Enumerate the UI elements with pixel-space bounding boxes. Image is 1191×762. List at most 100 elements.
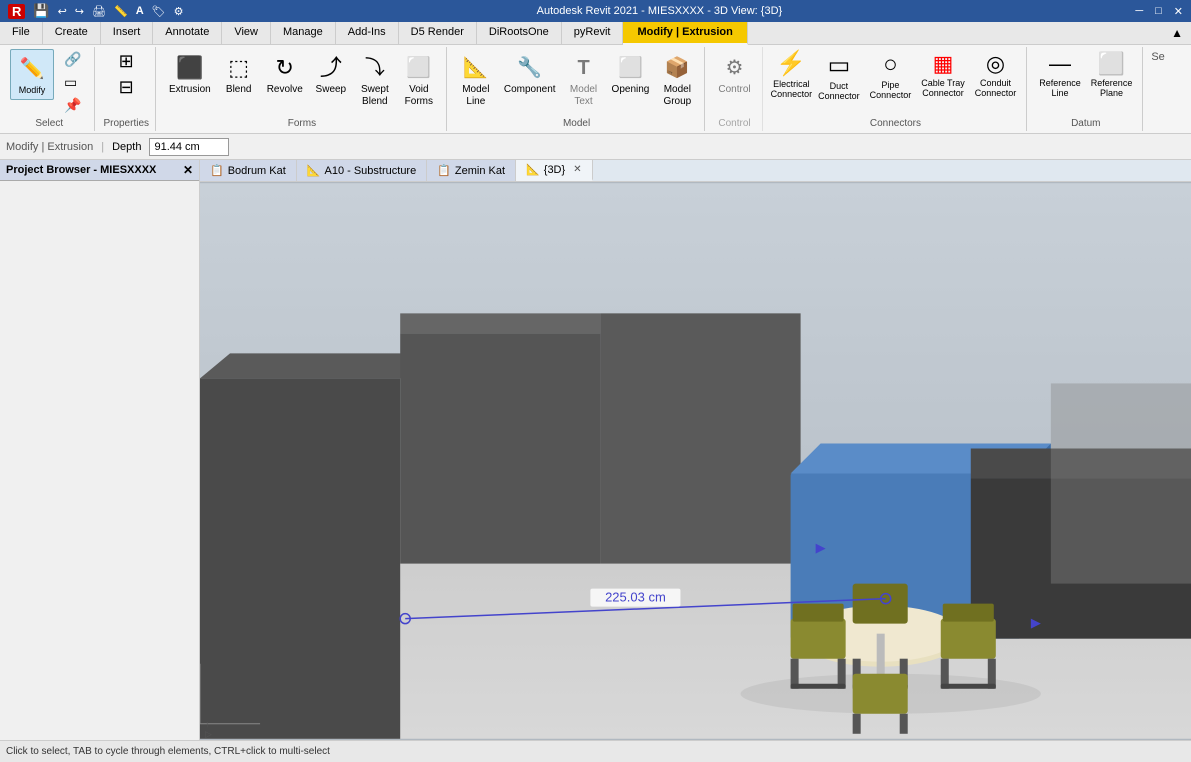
project-browser: Project Browser - MIESXXXX ✕ (0, 160, 200, 740)
model-label: Model (563, 118, 590, 129)
component-btn[interactable]: 🔧 Component (499, 49, 561, 99)
model-text-icon: T (568, 52, 600, 84)
quick-access-redo[interactable]: ↪ (75, 5, 84, 18)
reference-line-btn[interactable]: — ReferenceLine (1035, 49, 1085, 101)
modify-btn[interactable]: ✏️ Modify (10, 49, 54, 100)
tab-a10-substructure[interactable]: 📐 A10 - Substructure (297, 160, 427, 181)
extrusion-btn[interactable]: ⬛ Extrusion (164, 49, 216, 99)
forms-label: Forms (288, 118, 316, 129)
tab-3d-close[interactable]: ✕ (573, 164, 581, 175)
swept-blend-btn[interactable]: ⤵ SweptBlend (354, 49, 396, 111)
electrical-connector-icon: ⚡ (776, 49, 806, 78)
pipe-connector-icon: ○ (883, 51, 898, 79)
sidebar-tree (0, 181, 199, 740)
quick-access-measure[interactable]: 📏 (114, 5, 128, 18)
depth-input[interactable] (149, 138, 229, 156)
cable-tray-connector-btn[interactable]: ▦ Cable TrayConnector (917, 49, 969, 101)
tab-diroots[interactable]: DiRootsOne (477, 22, 562, 44)
reference-plane-btn[interactable]: ⬜ ReferencePlane (1087, 49, 1137, 101)
tab-create[interactable]: Create (43, 22, 101, 44)
project-browser-title: Project Browser - MIESXXXX (6, 164, 156, 176)
ribbon-more: Se (1145, 47, 1170, 67)
model-line-btn[interactable]: 📐 ModelLine (455, 49, 497, 111)
select-pinned-btn[interactable]: 📌 (60, 95, 88, 116)
tab-file[interactable]: File (0, 22, 43, 44)
select-underlay-btn[interactable]: ▭ (60, 72, 88, 93)
select-label: Select (35, 118, 63, 129)
sweep-icon: ⤴ (315, 52, 347, 84)
connectors-items: ⚡ ElectricalConnector ▭ DuctConnector ○ … (771, 49, 1021, 116)
quick-access-text[interactable]: A (136, 5, 144, 17)
tab-3d[interactable]: 📐 {3D} ✕ (516, 160, 593, 181)
type-properties-btn[interactable]: ⊟ (115, 75, 138, 100)
revolve-icon: ↻ (269, 52, 301, 84)
tab-d5render[interactable]: D5 Render (399, 22, 477, 44)
tab-zemin-icon: 📋 (437, 164, 451, 177)
model-text-btn[interactable]: T ModelText (563, 49, 605, 111)
window-maximize[interactable]: □ (1155, 5, 1162, 18)
quick-access-undo[interactable]: ↩ (58, 5, 67, 18)
ribbon-content: ✏️ Modify 🔗 ▭ 📌 Sele (0, 45, 1191, 133)
void-forms-icon: ⬜ (403, 52, 435, 84)
tab-annotate[interactable]: Annotate (153, 22, 222, 44)
quick-access-print[interactable]: 🖨 (92, 5, 106, 18)
modify-breadcrumb: Modify | Extrusion (6, 141, 93, 153)
depth-label: Depth (112, 141, 141, 153)
control-items: ⚙ Control (713, 49, 755, 116)
duct-connector-icon: ▭ (828, 51, 851, 80)
control-label: Control (718, 118, 750, 129)
svg-text:↑: ↑ (205, 719, 210, 729)
status-text: Click to select, TAB to cycle through el… (6, 746, 330, 757)
window-title: Autodesk Revit 2021 - MIESXXXX - 3D View… (537, 5, 783, 17)
ribbon-group-model: 📐 ModelLine 🔧 Component T ModelText ⬜ Op… (449, 47, 706, 131)
tab-bodrum-kat[interactable]: 📋 Bodrum Kat (200, 160, 297, 181)
tab-insert[interactable]: Insert (101, 22, 154, 44)
void-forms-btn[interactable]: ⬜ VoidForms (398, 49, 440, 111)
ribbon-group-datum: — ReferenceLine ⬜ ReferencePlane Datum (1029, 47, 1143, 131)
cable-tray-connector-icon: ▦ (933, 51, 954, 77)
properties-items: ⊞ ⊟ (115, 49, 138, 116)
ribbon-group-properties: ⊞ ⊟ Properties (97, 47, 156, 131)
properties-btn[interactable]: ⊞ (115, 49, 138, 74)
tab-3d-icon: 📐 (526, 163, 540, 176)
select-links-btn[interactable]: 🔗 (60, 49, 88, 70)
tab-add-ins[interactable]: Add-Ins (336, 22, 399, 44)
tab-zemin-kat[interactable]: 📋 Zemin Kat (427, 160, 516, 181)
model-line-icon: 📐 (460, 52, 492, 84)
component-icon: 🔧 (514, 52, 546, 84)
tab-modify-extrusion[interactable]: Modify | Extrusion (623, 22, 747, 45)
duct-connector-btn[interactable]: ▭ DuctConnector (814, 49, 864, 104)
quick-access-more[interactable]: ⚙ (174, 5, 184, 18)
pipe-connector-btn[interactable]: ○ PipeConnector (866, 49, 916, 103)
control-btn: ⚙ Control (713, 49, 755, 99)
ribbon: File Create Insert Annotate View Manage … (0, 22, 1191, 134)
model-group-icon: 📦 (661, 52, 693, 84)
opening-btn[interactable]: ⬜ Opening (607, 49, 655, 99)
tab-view[interactable]: View (222, 22, 271, 44)
titlebar: R 💾 ↩ ↪ 🖨 📏 A 🏷 ⚙ Autodesk Revit 2021 - … (0, 0, 1191, 22)
quick-access-save[interactable]: 💾 (33, 3, 49, 19)
ribbon-collapse[interactable]: ▲ (1163, 22, 1191, 44)
conduit-connector-btn[interactable]: ◎ ConduitConnector (971, 49, 1021, 101)
main-area: Project Browser - MIESXXXX ✕ 📋 Bodrum Ka… (0, 160, 1191, 740)
properties-bar: Modify | Extrusion | Depth (0, 134, 1191, 160)
canvas-area[interactable]: 225.03 cm ▷ ↑ (200, 182, 1191, 740)
sweep-btn[interactable]: ⤴ Sweep (310, 49, 352, 99)
window-close[interactable]: ✕ (1174, 5, 1183, 18)
quick-access-tag[interactable]: 🏷 (152, 5, 166, 18)
blend-btn[interactable]: ⬚ Blend (218, 49, 260, 99)
tab-pyrevit[interactable]: pyRevit (562, 22, 624, 44)
svg-text:225.03 cm: 225.03 cm (605, 590, 666, 605)
statusbar: Click to select, TAB to cycle through el… (0, 740, 1191, 762)
reference-plane-icon: ⬜ (1098, 51, 1125, 77)
modify-icon: ✏️ (16, 53, 48, 85)
revolve-btn[interactable]: ↻ Revolve (262, 49, 308, 99)
model-items: 📐 ModelLine 🔧 Component T ModelText ⬜ Op… (455, 49, 699, 116)
view-tabs: 📋 Bodrum Kat 📐 A10 - Substructure 📋 Zemi… (200, 160, 1191, 182)
window-minimize[interactable]: ─ (1135, 5, 1143, 18)
model-group-btn[interactable]: 📦 ModelGroup (656, 49, 698, 111)
tab-manage[interactable]: Manage (271, 22, 336, 44)
project-browser-close[interactable]: ✕ (183, 163, 193, 177)
conduit-connector-icon: ◎ (986, 51, 1005, 77)
ribbon-tabs: File Create Insert Annotate View Manage … (0, 22, 1191, 45)
